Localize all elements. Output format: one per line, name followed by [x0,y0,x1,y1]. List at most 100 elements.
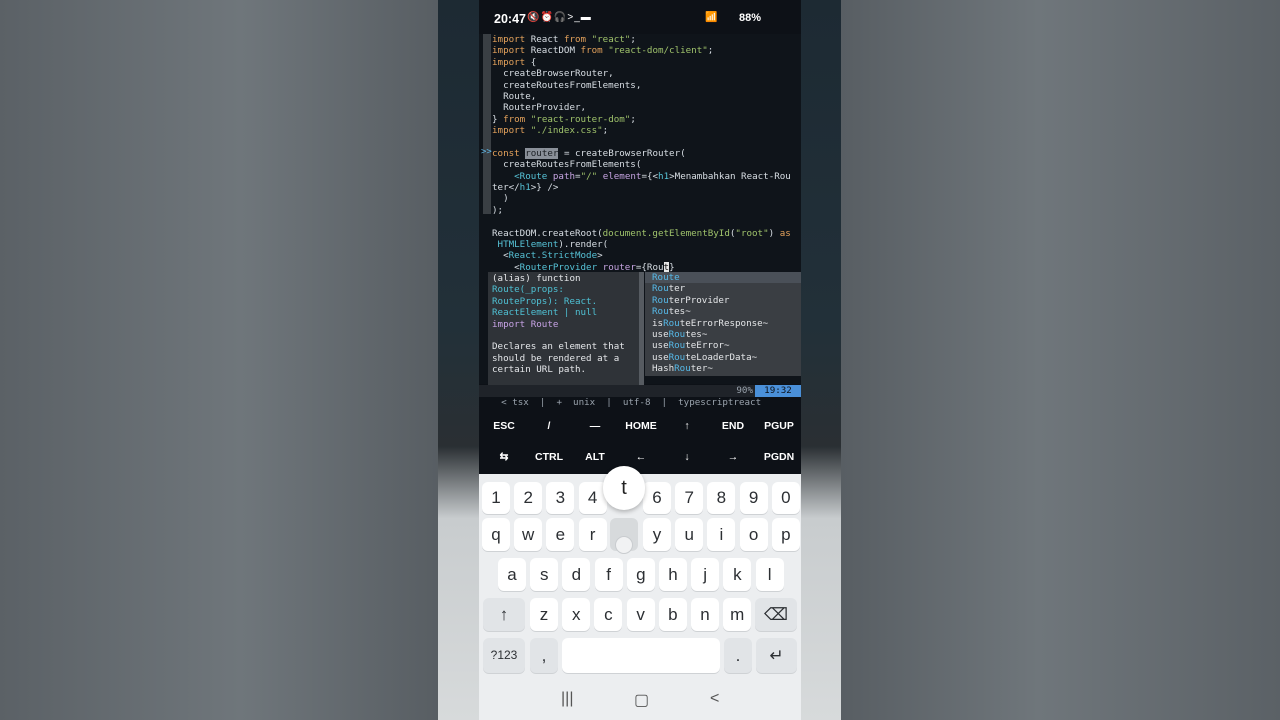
completion-item[interactable]: HashRouter~ [645,363,801,374]
completion-item[interactable]: useRoutes~ [645,329,801,340]
code-line[interactable]: HTMLElement).render( [492,239,801,250]
key-1[interactable]: 1 [482,482,510,514]
key-o[interactable]: o [739,518,768,551]
key-u[interactable]: u [675,518,704,551]
key-3[interactable]: 3 [546,482,575,514]
extra-key[interactable]: ← [618,451,664,463]
key-q[interactable]: q [482,518,510,551]
completion-menu[interactable]: Route Router RouterProvider Routes~ isRouteE… [645,272,801,376]
code-line[interactable]: createBrowserRouter, [492,68,801,79]
code-line[interactable]: Route, [492,91,801,102]
period-key[interactable]: . [724,638,752,673]
backspace-icon[interactable]: ⌫ [755,598,797,631]
code-token: { [525,56,537,68]
extra-key[interactable]: END [710,420,756,432]
key-z[interactable]: z [530,598,558,631]
key-h[interactable]: h [659,558,687,591]
extra-key[interactable]: PGDN [756,451,801,463]
key-i[interactable]: i [707,518,736,551]
key-p[interactable]: p [771,518,800,551]
key-6[interactable]: 6 [643,482,671,514]
code-line[interactable]: createRoutesFromElements, [492,80,801,91]
code-token: element [597,170,642,182]
key-a[interactable]: a [498,558,526,591]
recents-icon[interactable]: ||| [561,690,573,708]
key-g[interactable]: g [626,558,655,591]
symbols-key[interactable]: ?123 [483,638,525,673]
key-s[interactable]: s [530,558,559,591]
key-7[interactable]: 7 [675,482,704,514]
code-line[interactable]: <React.StrictMode> [492,250,801,261]
key-n[interactable]: n [691,598,719,631]
key-r[interactable]: r [578,518,607,551]
extra-key[interactable]: PGUP [756,420,801,432]
space-bar[interactable] [562,638,720,673]
code-line[interactable]: ) [492,193,801,204]
extra-key[interactable]: ↑ [664,420,710,432]
completion-item-text: Route [652,272,680,283]
extra-key[interactable]: ESC [481,420,527,432]
extra-key[interactable]: CTRL [526,451,572,463]
code-buffer[interactable]: import React from "react"; import ReactDO… [492,34,801,273]
key-w[interactable]: w [514,518,543,551]
key-9[interactable]: 9 [739,482,768,514]
extra-key[interactable]: ALT [572,451,618,463]
code-line[interactable]: RouterProvider, [492,102,801,113]
key-d[interactable]: d [562,558,591,591]
key-m[interactable]: m [723,598,752,631]
shift-icon[interactable]: ↑ [483,598,525,631]
popup-scrollbar[interactable] [639,272,644,387]
code-line[interactable]: import ReactDOM from "react-dom/client"; [492,45,801,56]
completion-item[interactable]: useRouteLoaderData~ [645,352,801,363]
code-line[interactable]: ter</h1>} /> [492,182,801,193]
key-y[interactable]: y [643,518,671,551]
code-token: Route, [492,90,537,102]
clock: 20:47 [494,12,526,26]
code-line[interactable] [492,137,801,148]
completion-item[interactable]: Routes~ [645,306,801,317]
key-l[interactable]: l [755,558,784,591]
completion-item[interactable]: useRouteError~ [645,340,801,351]
extra-key[interactable]: ⇆ [481,451,527,463]
code-token: h1 [658,170,670,182]
completion-item[interactable]: RouterProvider [645,295,801,306]
key-e[interactable]: e [546,518,575,551]
key-j[interactable]: j [691,558,720,591]
code-line[interactable]: import React from "react"; [492,34,801,45]
completion-item-text: Rou [652,283,669,295]
key-8[interactable]: 8 [707,482,736,514]
extra-key[interactable]: — [572,420,618,432]
key-b[interactable]: b [658,598,687,631]
code-line[interactable]: import { [492,57,801,68]
extra-key[interactable]: / [526,420,572,432]
code-line[interactable]: ); [492,205,801,216]
completion-item[interactable]: Router [645,283,801,294]
code-line[interactable]: import "./index.css"; [492,125,801,136]
key-0[interactable]: 0 [771,482,800,514]
code-editor[interactable]: >> import React from "react"; import Reac… [479,34,801,387]
key-f[interactable]: f [594,558,623,591]
code-line[interactable]: ReactDOM.createRoot(document.getElementB… [492,228,801,239]
status-bar: 20:47 🔇⏰🎧>_▬ 📶 88% [479,0,801,34]
code-line[interactable]: createRoutesFromElements( [492,159,801,170]
key-k[interactable]: k [723,558,752,591]
key-c[interactable]: c [594,598,623,631]
comma-key[interactable]: , [530,638,558,673]
key-v[interactable]: v [626,598,655,631]
enter-icon[interactable]: ↵ [756,638,797,673]
code-line[interactable] [492,216,801,227]
extra-key[interactable]: → [710,451,756,463]
extra-key[interactable]: ↓ [664,451,710,463]
completion-item[interactable]: isRouteErrorResponse~ [645,318,801,329]
key-2[interactable]: 2 [514,482,543,514]
code-token: path [547,170,576,182]
extra-key[interactable]: HOME [618,420,664,432]
code-line[interactable]: <Route path="/" element={<h1>Menambahkan… [492,171,801,182]
back-icon[interactable]: < [710,690,719,708]
code-line[interactable]: } from "react-router-dom"; [492,114,801,125]
key-x[interactable]: x [562,598,591,631]
code-line[interactable]: const router = createBrowserRouter( [492,147,801,159]
code-token: < [492,250,509,262]
home-icon[interactable]: ▢ [634,690,649,710]
completion-item[interactable]: Route [645,272,801,284]
